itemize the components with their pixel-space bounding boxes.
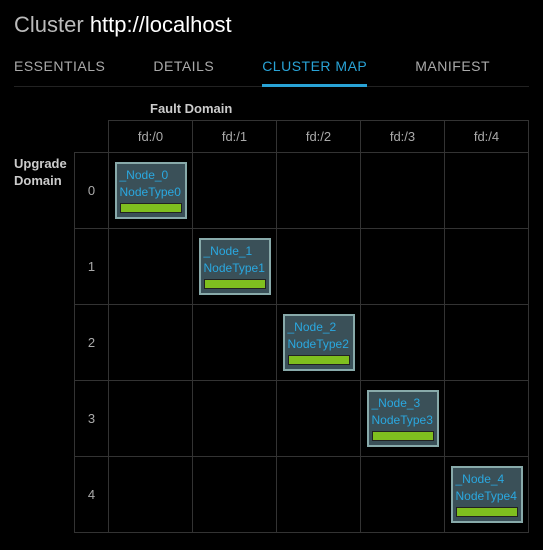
health-bar: [204, 279, 266, 289]
grid-cell: [361, 305, 445, 381]
node-name: _Node_2: [288, 319, 350, 335]
fd-header: fd:/1: [193, 121, 277, 153]
grid-cell: [445, 381, 529, 457]
node-type: NodeType2: [288, 336, 350, 352]
page-title: Cluster http://localhost: [14, 12, 529, 38]
ud-header: 3: [75, 381, 109, 457]
grid-cell: [109, 457, 193, 533]
fd-header: fd:/3: [361, 121, 445, 153]
grid-cell: [109, 305, 193, 381]
cluster-map-grid: fd:/0 fd:/1 fd:/2 fd:/3 fd:/4 0 _Node_0 …: [74, 120, 529, 533]
node-name: _Node_4: [456, 471, 518, 487]
node-type: NodeType0: [120, 184, 182, 200]
upgrade-domain-axis-label: Upgrade Domain: [14, 156, 70, 190]
fault-domain-axis-label: Fault Domain: [74, 101, 529, 120]
grid-cell: [277, 381, 361, 457]
node-name: _Node_3: [372, 395, 434, 411]
ud-header: 4: [75, 457, 109, 533]
grid-cell: [109, 229, 193, 305]
node-type: NodeType1: [204, 260, 266, 276]
grid-cell: _Node_0 NodeType0: [109, 153, 193, 229]
ud-header: 0: [75, 153, 109, 229]
grid-cell: _Node_3 NodeType3: [361, 381, 445, 457]
health-bar: [372, 431, 434, 441]
grid-cell: [277, 153, 361, 229]
health-bar: [456, 507, 518, 517]
node-type: NodeType4: [456, 488, 518, 504]
title-host: http://localhost: [90, 12, 232, 37]
grid-cell: [445, 229, 529, 305]
node-card[interactable]: _Node_1 NodeType1: [199, 238, 271, 294]
title-prefix: Cluster: [14, 12, 84, 37]
grid-cell: [277, 229, 361, 305]
tab-cluster-map[interactable]: CLUSTER MAP: [262, 52, 367, 87]
grid-cell: [361, 229, 445, 305]
fd-header: fd:/4: [445, 121, 529, 153]
node-card[interactable]: _Node_2 NodeType2: [283, 314, 355, 370]
ud-header: 2: [75, 305, 109, 381]
node-name: _Node_0: [120, 167, 182, 183]
grid-cell: [193, 457, 277, 533]
node-card[interactable]: _Node_0 NodeType0: [115, 162, 187, 218]
grid-cell: [445, 305, 529, 381]
node-card[interactable]: _Node_4 NodeType4: [451, 466, 523, 522]
fd-header: fd:/2: [277, 121, 361, 153]
health-bar: [288, 355, 350, 365]
grid-cell: [193, 305, 277, 381]
tab-essentials[interactable]: ESSENTIALS: [14, 52, 105, 86]
node-name: _Node_1: [204, 243, 266, 259]
grid-corner: [75, 121, 109, 153]
tab-bar: ESSENTIALS DETAILS CLUSTER MAP MANIFEST: [14, 52, 529, 87]
grid-cell: [277, 457, 361, 533]
grid-cell: [193, 381, 277, 457]
ud-header: 1: [75, 229, 109, 305]
grid-cell: [361, 457, 445, 533]
node-type: NodeType3: [372, 412, 434, 428]
grid-cell: [193, 153, 277, 229]
grid-cell: [445, 153, 529, 229]
fd-header: fd:/0: [109, 121, 193, 153]
grid-cell: [361, 153, 445, 229]
health-bar: [120, 203, 182, 213]
tab-details[interactable]: DETAILS: [153, 52, 214, 86]
grid-cell: [109, 381, 193, 457]
grid-cell: _Node_2 NodeType2: [277, 305, 361, 381]
node-card[interactable]: _Node_3 NodeType3: [367, 390, 439, 446]
grid-cell: _Node_1 NodeType1: [193, 229, 277, 305]
tab-manifest[interactable]: MANIFEST: [415, 52, 490, 86]
grid-cell: _Node_4 NodeType4: [445, 457, 529, 533]
